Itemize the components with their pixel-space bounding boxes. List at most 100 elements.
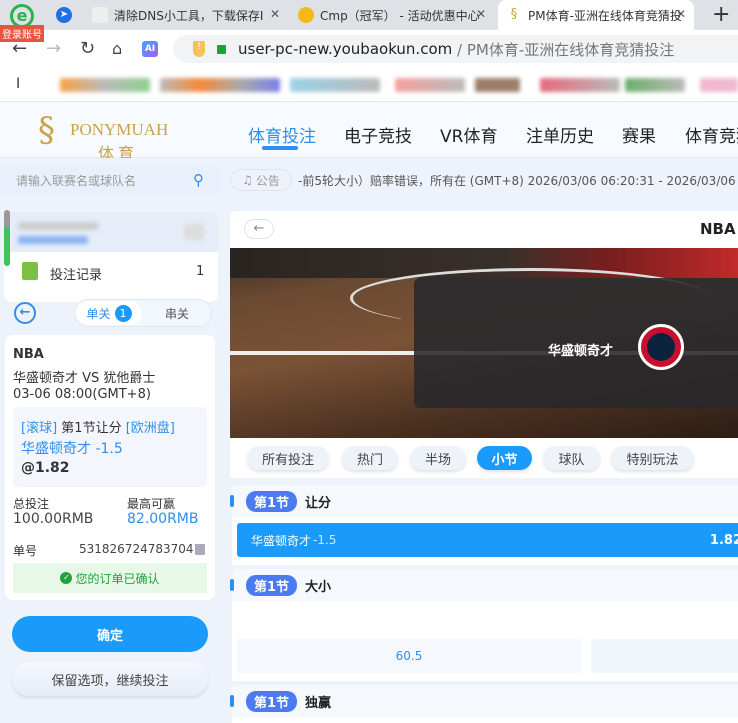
tab-single[interactable]: 单关 1 <box>76 301 142 325</box>
home-team-name: 华盛顿奇才 <box>548 344 614 359</box>
bet-record-icon <box>22 262 38 280</box>
search-input[interactable]: 请输入联赛名或球队名 ⚲ <box>0 165 220 195</box>
lock-icon <box>217 44 226 54</box>
bookmark-icon[interactable]: I <box>16 76 20 92</box>
account-card: 投注记录 1 <box>4 212 218 302</box>
market-section-header[interactable]: 第1节 大小 <box>230 569 738 601</box>
tab-pm-sports[interactable]: § PM体育-亚洲在线体育竞猜投 ✕ <box>498 0 694 30</box>
market-section-header[interactable]: 第1节 独赢 <box>230 685 738 717</box>
section-marker <box>230 579 234 591</box>
tab-single-label: 单关 <box>86 306 111 321</box>
url-title: / PM体育-亚洲在线体育竞猜投注 <box>452 40 675 59</box>
period-badge: 第1节 <box>246 690 298 712</box>
home-icon[interactable]: ⌂ <box>112 39 122 58</box>
odds-button[interactable] <box>591 639 738 673</box>
nav-vr-sports[interactable]: VR体育 <box>440 122 497 147</box>
tab-parlay[interactable]: 串关 <box>165 305 189 322</box>
order-status: 您的订单已确认 <box>75 571 160 586</box>
reload-icon[interactable]: ↻ <box>80 38 95 59</box>
keep-selection-button[interactable]: 保留选项，继续投注 <box>12 662 208 696</box>
search-icon[interactable]: ⚲ <box>193 171 204 189</box>
filter-all[interactable]: 所有投注 <box>247 446 329 470</box>
close-tab-icon[interactable]: ✕ <box>676 7 686 21</box>
bookmarks-bar: I <box>0 68 738 102</box>
warning-shield-icon[interactable]: ! <box>193 41 205 57</box>
navigate-icon[interactable]: ➤ <box>56 7 72 23</box>
login-badge[interactable]: 登录账号 <box>0 25 44 42</box>
max-win-value: 82.00RMB <box>127 511 199 527</box>
back-circle-icon[interactable]: ← <box>14 302 36 324</box>
search-placeholder: 请输入联赛名或球队名 <box>16 173 137 188</box>
filter-hot[interactable]: 热门 <box>342 446 398 470</box>
speaker-icon: ♫ <box>242 173 253 187</box>
market-section-header[interactable]: 第1节 让分 <box>230 485 738 517</box>
odds-button[interactable]: 60.5 <box>237 639 581 673</box>
forward-icon[interactable]: → <box>46 38 61 59</box>
section-title: 大小 <box>305 579 332 595</box>
filter-team[interactable]: 球队 <box>543 446 600 470</box>
scrollbar-thumb[interactable] <box>4 210 10 266</box>
close-tab-icon[interactable]: ✕ <box>270 7 280 21</box>
bet-time: 03-06 08:00(GMT+8) <box>13 387 151 402</box>
bookmark-item[interactable] <box>700 78 738 92</box>
order-number: 5318267247837041 <box>79 542 202 556</box>
odds-button-selected[interactable]: 华盛顿奇才 -1.5 1.82 <box>237 523 738 557</box>
live-tag: [滚球] <box>21 421 58 436</box>
account-info-blurred <box>4 212 218 252</box>
bookmark-item[interactable] <box>475 78 520 92</box>
logo-emblem-icon: § <box>38 110 55 150</box>
bookmark-item[interactable] <box>160 78 280 92</box>
section-marker <box>230 495 234 507</box>
notice-label: 公告 <box>255 173 280 188</box>
team-overlay: 华盛顿奇才 <box>414 278 738 408</box>
bet-match: 华盛顿奇才 VS 犹他爵士 <box>13 371 156 386</box>
copy-icon[interactable] <box>195 544 205 555</box>
bookmark-item[interactable] <box>395 78 465 92</box>
filter-special[interactable]: 特别玩法 <box>611 446 694 470</box>
check-circle-icon: ✓ <box>60 572 73 584</box>
bookmark-item[interactable] <box>625 78 685 92</box>
tab-cmp[interactable]: Cmp（冠军） - 活动优惠中心 ✕ <box>290 0 494 30</box>
tab-title: 清除DNS小工具，下载保存I <box>114 8 264 23</box>
filter-quarter[interactable]: 小节 <box>477 446 532 470</box>
bet-selection-box: [滚球] 第1节让分 [欧洲盘] 华盛顿奇才 -1.5 @1.82 <box>13 407 207 487</box>
odds-type-tag: [欧洲盘] <box>125 421 175 436</box>
tool-icon <box>92 7 108 23</box>
bet-record-label[interactable]: 投注记录 <box>50 264 102 283</box>
nav-sports-betting[interactable]: 体育投注 <box>248 122 316 147</box>
order-label: 单号 <box>13 544 38 558</box>
close-tab-icon[interactable]: ✕ <box>476 7 486 21</box>
match-banner: 华盛顿奇才 <box>230 248 738 438</box>
match-header: ← NBA <box>230 211 738 248</box>
bet-odds: @1.82 <box>21 460 70 476</box>
period-badge: 第1节 <box>246 490 298 512</box>
period-badge: 第1节 <box>246 574 298 596</box>
single-count-badge: 1 <box>114 304 132 322</box>
nav-bet-history[interactable]: 注单历史 <box>526 122 594 147</box>
bookmark-item[interactable] <box>540 78 620 92</box>
filter-half[interactable]: 半场 <box>410 446 466 470</box>
bet-market: 第1节让分 <box>61 421 122 436</box>
bookmark-item[interactable] <box>290 78 380 92</box>
url-bar[interactable]: ! user-pc-new.youbaokun.com / PM体育-亚洲在线体… <box>173 35 738 63</box>
tab-title: PM体育-亚洲在线体育竞猜投 <box>528 8 682 23</box>
site-header: § PONYMUAH 体育 体育投注 电子竞技 VR体育 注单历史 赛果 体育竞… <box>0 102 738 163</box>
bet-league: NBA <box>13 347 44 362</box>
ai-icon[interactable]: AI <box>142 41 158 57</box>
section-marker <box>230 695 234 707</box>
nav-results[interactable]: 赛果 <box>622 122 656 147</box>
notice-badge[interactable]: ♫ 公告 <box>230 169 292 191</box>
back-arrow-button[interactable]: ← <box>244 219 274 239</box>
stake-value: 100.00RMB <box>13 511 94 527</box>
tab-dns-tool[interactable]: 清除DNS小工具，下载保存I ✕ <box>84 0 288 30</box>
nav-esports[interactable]: 电子竞技 <box>344 122 412 147</box>
nav-sports-quiz[interactable]: 体育竞猜 <box>685 122 738 147</box>
confirm-button[interactable]: 确定 <box>12 616 208 652</box>
wizards-logo-icon <box>638 324 684 370</box>
ponymuah-logo-icon: § <box>510 7 518 22</box>
active-nav-indicator <box>262 146 298 150</box>
odds-line: -1.5 <box>313 533 337 547</box>
bookmark-item[interactable] <box>60 78 150 92</box>
new-tab-button[interactable]: + <box>712 2 730 27</box>
bet-selection: 华盛顿奇才 -1.5 <box>21 441 123 457</box>
